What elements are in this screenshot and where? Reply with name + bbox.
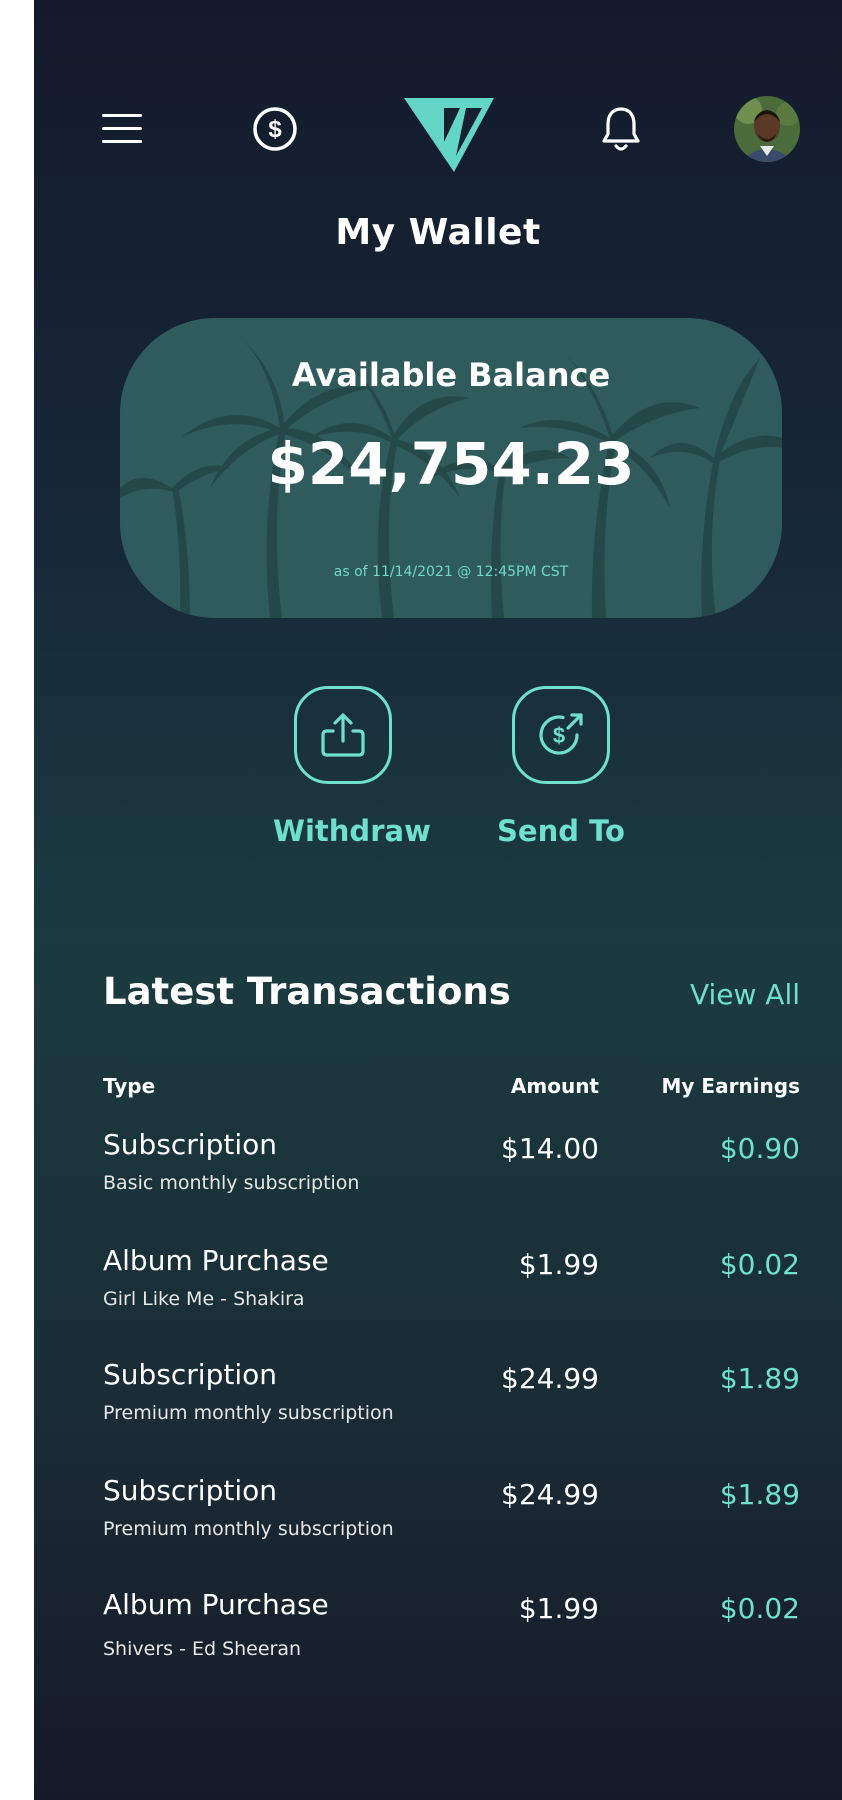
transaction-earnings: $1.89 (719, 1362, 800, 1395)
transaction-row[interactable]: Album Purchase Shivers - Ed Sheeran $1.9… (34, 1588, 842, 1688)
transaction-row[interactable]: Subscription Premium monthly subscriptio… (34, 1358, 842, 1458)
send-money-icon: $ (539, 713, 583, 755)
transaction-amount: $24.99 (501, 1362, 599, 1395)
send-to-button[interactable]: $ Send To (491, 686, 631, 848)
transaction-detail: Shivers - Ed Sheeran (103, 1638, 302, 1660)
withdraw-label: Withdraw (273, 814, 431, 848)
transaction-earnings: $0.02 (719, 1248, 800, 1281)
upload-icon (321, 713, 365, 757)
balance-amount: $24,754.23 (267, 430, 635, 498)
transaction-row[interactable]: Subscription Premium monthly subscriptio… (34, 1474, 842, 1574)
bell-icon[interactable] (599, 104, 643, 154)
view-all-link[interactable]: View All (690, 978, 800, 1011)
transaction-amount: $1.99 (518, 1592, 599, 1625)
transactions-title: Latest Transactions (103, 970, 511, 1013)
transaction-row[interactable]: Subscription Basic monthly subscription … (34, 1128, 842, 1228)
transaction-type: Album Purchase (103, 1244, 329, 1277)
send-to-label: Send To (497, 814, 625, 848)
transaction-earnings: $0.90 (719, 1132, 800, 1165)
dollar-coin-icon[interactable]: $ (252, 106, 298, 152)
transaction-type: Subscription (103, 1358, 277, 1391)
transaction-amount: $1.99 (518, 1248, 599, 1281)
page-title: My Wallet (335, 212, 541, 253)
send-to-icon-frame: $ (512, 686, 610, 784)
hamburger-menu-icon[interactable] (102, 112, 142, 146)
withdraw-button[interactable]: Withdraw (273, 686, 431, 848)
transaction-type: Album Purchase (103, 1588, 329, 1621)
user-avatar[interactable] (734, 96, 800, 162)
svg-text:$: $ (553, 723, 565, 748)
svg-text:$: $ (268, 116, 282, 143)
transaction-detail: Girl Like Me - Shakira (103, 1288, 305, 1310)
transaction-earnings: $1.89 (719, 1478, 800, 1511)
transaction-detail: Premium monthly subscription (103, 1518, 394, 1540)
column-header-earnings: My Earnings (661, 1074, 800, 1098)
brand-logo (404, 94, 494, 174)
transaction-amount: $14.00 (501, 1132, 599, 1165)
transaction-type: Subscription (103, 1474, 277, 1507)
column-header-amount: Amount (510, 1074, 599, 1098)
balance-card: Available Balance $24,754.23 as of 11/14… (120, 318, 782, 618)
transaction-detail: Premium monthly subscription (103, 1402, 394, 1424)
transaction-row[interactable]: Album Purchase Girl Like Me - Shakira $1… (34, 1244, 842, 1344)
balance-timestamp: as of 11/14/2021 @ 12:45PM CST (333, 564, 569, 580)
withdraw-icon-frame (294, 686, 392, 784)
wallet-screen: $ My Wallet Available Balance $24,754.23… (34, 0, 842, 1800)
transaction-type: Subscription (103, 1128, 277, 1161)
transaction-earnings: $0.02 (719, 1592, 800, 1625)
transaction-amount: $24.99 (501, 1478, 599, 1511)
transaction-detail: Basic monthly subscription (103, 1172, 360, 1194)
column-header-type: Type (103, 1074, 156, 1098)
balance-label: Available Balance (291, 356, 611, 394)
top-bar: $ (34, 90, 842, 172)
